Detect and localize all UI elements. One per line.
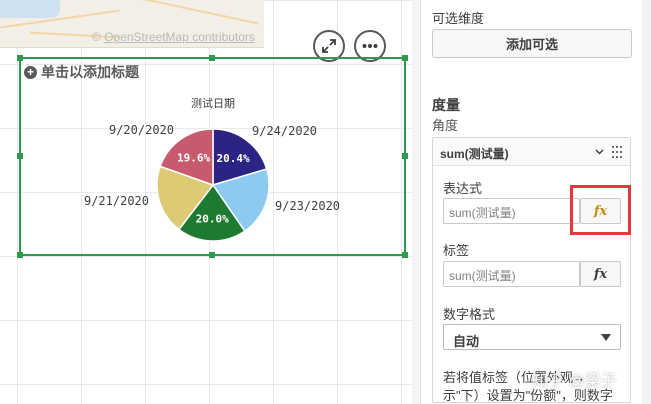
- fx-tag-button[interactable]: fx: [580, 261, 621, 287]
- watermark: 知乎 @梁子: [532, 373, 617, 390]
- fx-icon: fx: [593, 266, 608, 282]
- slice-category-label: 9/23/2020: [275, 199, 340, 213]
- chevron-down-icon[interactable]: [595, 149, 604, 155]
- drag-handle-icon[interactable]: [611, 145, 623, 159]
- slice-category-label: 9/21/2020: [84, 194, 149, 208]
- slice-value-label: 20.4%: [217, 152, 250, 165]
- measure-name[interactable]: sum(测试量): [440, 145, 509, 162]
- slice-value-label: 20.0%: [196, 213, 229, 226]
- pie-chart-svg: 测试日期 20.4% 9/24/2020 9/23/2020 20.0% 9/21/20…: [84, 97, 340, 242]
- panel-scrollbar[interactable]: [642, 0, 651, 404]
- add-optional-button[interactable]: 添加可选: [432, 29, 632, 58]
- tag-label: 标签: [443, 243, 470, 258]
- slice-category-label: 9/24/2020: [252, 124, 317, 138]
- number-format-label: 数字格式: [443, 307, 496, 322]
- expression-label: 表达式: [443, 181, 483, 196]
- number-format-select[interactable]: 自动: [443, 324, 621, 350]
- dropdown-arrow-icon: [601, 334, 611, 341]
- slice-category-label: 9/20/2020: [109, 123, 174, 137]
- measures-heading: 度量: [432, 97, 460, 113]
- panel-collapse-edge[interactable]: [412, 0, 421, 404]
- number-format-value: 自动: [453, 334, 480, 349]
- expression-input[interactable]: sum(测试量): [443, 198, 580, 224]
- highlight-annotation: [570, 185, 631, 235]
- slice-value-label: 19.6%: [177, 152, 210, 165]
- tag-input[interactable]: sum(测试量): [443, 261, 580, 287]
- angle-label: 角度: [432, 118, 459, 133]
- legend-title: 测试日期: [191, 97, 235, 110]
- optional-dimension-label: 可选维度: [432, 11, 485, 26]
